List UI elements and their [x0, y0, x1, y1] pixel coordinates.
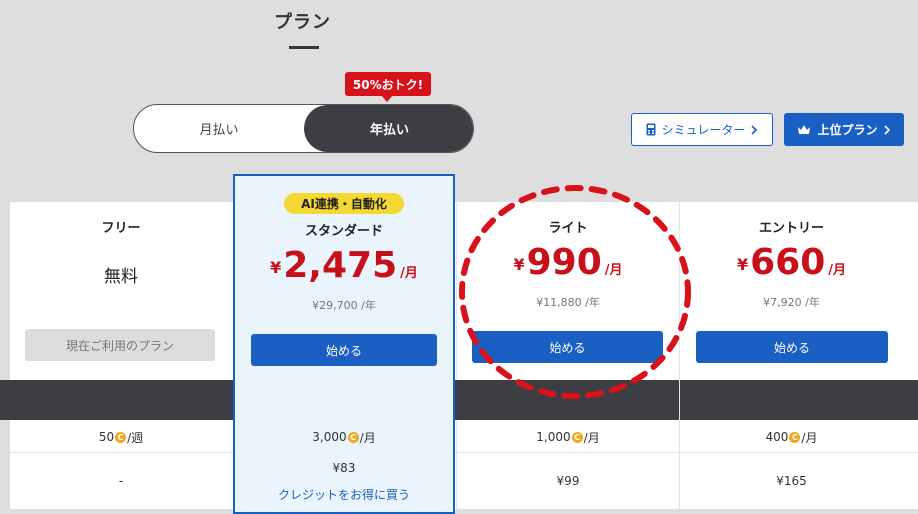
standard-credit-price: ¥83 — [332, 461, 356, 475]
entry-price: ¥660/月 — [680, 242, 903, 283]
plan-name-standard: スタンダード — [304, 224, 383, 239]
discount-badge-tail — [381, 95, 393, 102]
coin-icon: C — [347, 431, 359, 443]
price-unit: /月 — [828, 263, 847, 278]
yearly-option[interactable]: 年払い — [304, 105, 473, 152]
entry-credit-price: ¥165 — [776, 474, 807, 488]
lite-credits: 1,000 C/月 — [457, 428, 679, 446]
chevron-right-icon — [883, 124, 890, 135]
ai-feature-tag: AI連携・自動化 — [284, 193, 404, 214]
free-price: 無料 — [104, 267, 138, 287]
upgrade-plan-label: 上位プラン — [817, 123, 878, 137]
credits-amount: 50 — [98, 430, 115, 444]
credits-amount: 3,000 — [312, 430, 347, 444]
credits-amount: 1,000 — [536, 430, 571, 444]
monthly-option[interactable]: 月払い — [134, 105, 304, 152]
credits-unit: /月 — [801, 430, 818, 445]
current-plan-button[interactable]: 現在ご利用のプラン — [25, 329, 215, 361]
coin-icon: C — [789, 431, 801, 443]
plan-name-free: フリー — [101, 221, 141, 236]
crown-icon — [798, 125, 811, 134]
upgrade-plan-button[interactable]: 上位プラン — [784, 113, 904, 146]
page-title: プラン — [274, 12, 331, 33]
title-underline — [289, 46, 319, 49]
plan-name-entry: エントリー — [758, 221, 824, 236]
lite-credit-price: ¥99 — [556, 474, 580, 488]
chevron-right-icon — [751, 124, 758, 135]
annotation-circle — [459, 185, 691, 399]
entry-yearly-price: ¥7,920 /年 — [763, 296, 820, 309]
buy-credits-link[interactable]: クレジットをお得に買う — [235, 486, 453, 502]
coin-icon: C — [115, 431, 127, 443]
free-credits: 50 C/週 — [10, 428, 232, 446]
credits-unit: /月 — [359, 430, 376, 445]
coin-icon: C — [571, 431, 583, 443]
entry-credits: 400 C/月 — [680, 428, 903, 446]
billing-toggle[interactable]: 月払い 年払い — [133, 104, 474, 153]
simulator-button[interactable]: シミュレーター — [631, 113, 773, 146]
calculator-icon — [646, 123, 656, 136]
discount-badge: 50%おトク! — [345, 72, 431, 96]
currency-symbol: ¥ — [736, 255, 749, 274]
price-amount: 2,475 — [283, 245, 398, 286]
currency-symbol: ¥ — [270, 258, 282, 277]
credits-unit: /月 — [583, 430, 600, 445]
start-standard-button[interactable]: 始める — [251, 334, 437, 366]
price-unit: /月 — [400, 266, 418, 281]
standard-yearly-price: ¥29,700 /年 — [312, 299, 376, 312]
standard-credits: 3,000 C/月 — [235, 428, 453, 446]
standard-price: ¥2,475/月 — [235, 245, 453, 286]
price-amount: 660 — [750, 242, 826, 283]
start-entry-button[interactable]: 始める — [696, 331, 888, 363]
credits-amount: 400 — [765, 430, 789, 444]
simulator-label: シミュレーター — [661, 123, 746, 137]
credits-unit: /週 — [127, 430, 144, 445]
free-credit-price: - — [118, 474, 124, 488]
